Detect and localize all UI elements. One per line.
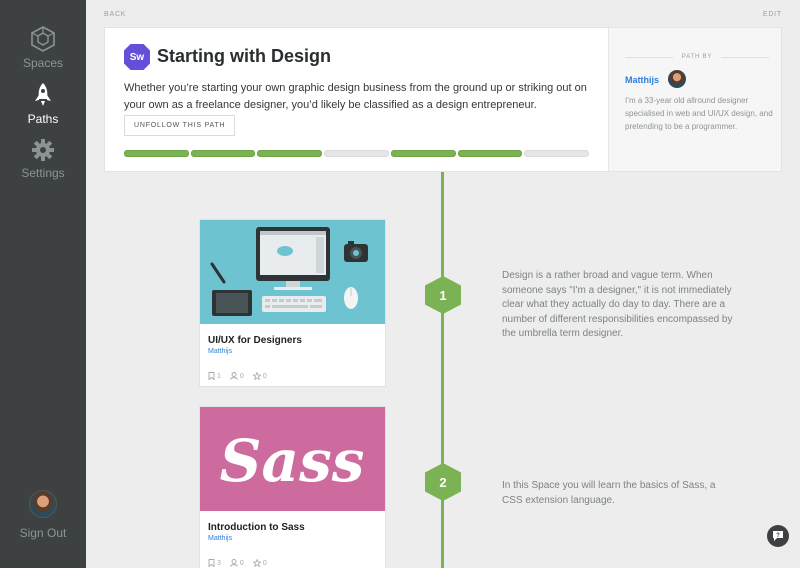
path-header-card: Sw Starting with Design Whether you’re s… (104, 27, 782, 172)
sass-logo-text: Sass (220, 427, 365, 495)
space-thumbnail-uiux (200, 220, 385, 324)
cube-icon (31, 26, 55, 52)
author-panel: PATH BY Matthijs I’m a 33-year old allro… (608, 28, 781, 171)
svg-text:?: ? (776, 533, 780, 539)
path-description: Whether you’re starting your own graphic… (124, 82, 587, 111)
step-number-badge: 2 (425, 463, 461, 501)
help-chat-icon: ? (773, 531, 783, 541)
step-number-badge: 1 (425, 276, 461, 314)
follower-count: 0 (239, 372, 244, 380)
back-link[interactable]: BACK (104, 11, 126, 18)
progress-segment-complete (257, 150, 323, 157)
card-stats: 1 0 0 (208, 372, 267, 380)
divider (721, 57, 769, 58)
sidebar-item-paths[interactable]: Paths (0, 82, 86, 126)
card-title[interactable]: Introduction to Sass (208, 522, 305, 533)
user-icon (229, 372, 238, 380)
star-stat: 0 (252, 372, 267, 380)
page-title: Starting with Design (157, 46, 332, 66)
sidebar-item-label: Spaces (22, 56, 64, 70)
star-icon (252, 559, 261, 567)
card-author-link[interactable]: Matthijs (208, 535, 232, 542)
help-button[interactable]: ? (767, 525, 789, 547)
sass-logo: Sass (220, 427, 365, 495)
star-icon (252, 372, 261, 380)
progress-segment-complete (190, 150, 256, 157)
follower-count: 0 (239, 559, 244, 567)
step-description: In this Space you will learn the basics … (502, 480, 716, 506)
rocket-icon (35, 83, 51, 106)
space-thumbnail-sass: Sass (200, 407, 385, 511)
card-title[interactable]: UI/UX for Designers (208, 335, 302, 346)
author-name-link[interactable]: Matthijs (625, 75, 659, 85)
sidebar-item-settings[interactable]: Settings (0, 138, 86, 180)
path-badge: Sw (124, 44, 150, 70)
user-icon (229, 559, 238, 567)
gear-icon (32, 139, 54, 161)
author-bio: I’m a 33-year old allround designer spec… (625, 96, 773, 131)
bookmark-count: 1 (217, 372, 221, 380)
star-stat: 0 (252, 559, 267, 567)
progress-bar (124, 150, 590, 157)
bookmark-icon (208, 559, 215, 567)
sidebar-item-label: Paths (27, 112, 59, 126)
space-card[interactable]: Sass Introduction to Sass Matthijs 3 0 0 (199, 406, 386, 568)
unfollow-button[interactable]: UNFOLLOW THIS PATH (124, 115, 236, 136)
path-info: Sw Starting with Design Whether you’re s… (105, 28, 608, 171)
star-count: 0 (262, 372, 267, 380)
follower-stat: 0 (229, 372, 244, 380)
progress-segment-incomplete (524, 150, 590, 157)
progress-segment-incomplete (324, 150, 389, 157)
author-avatar[interactable] (668, 70, 686, 88)
sidebar-item-label: Settings (21, 166, 65, 180)
bookmark-count: 3 (217, 559, 221, 567)
edit-link[interactable]: EDIT (763, 11, 782, 18)
space-card[interactable]: UI/UX for Designers Matthijs 1 0 0 (199, 219, 386, 387)
sidebar: Spaces Paths Settings Sign Out (0, 0, 86, 568)
bookmark-icon (208, 372, 215, 380)
card-stats: 3 0 0 (208, 559, 267, 567)
bookmark-stat: 3 (208, 559, 221, 567)
step-description: Design is a rather broad and vague term.… (502, 270, 733, 339)
card-author-link[interactable]: Matthijs (208, 348, 232, 355)
design-tools-illustration (210, 227, 368, 316)
bookmark-stat: 1 (208, 372, 221, 380)
timeline-line (441, 172, 444, 568)
progress-segment-complete (457, 150, 523, 157)
progress-segment-complete (124, 150, 189, 157)
sidebar-item-spaces[interactable]: Spaces (0, 26, 86, 70)
sign-out-label: Sign Out (19, 526, 67, 540)
sign-out-button[interactable]: Sign Out (0, 490, 86, 540)
star-count: 0 (262, 559, 267, 567)
progress-segment-complete (390, 150, 456, 157)
avatar (29, 490, 57, 518)
follower-stat: 0 (229, 559, 244, 567)
